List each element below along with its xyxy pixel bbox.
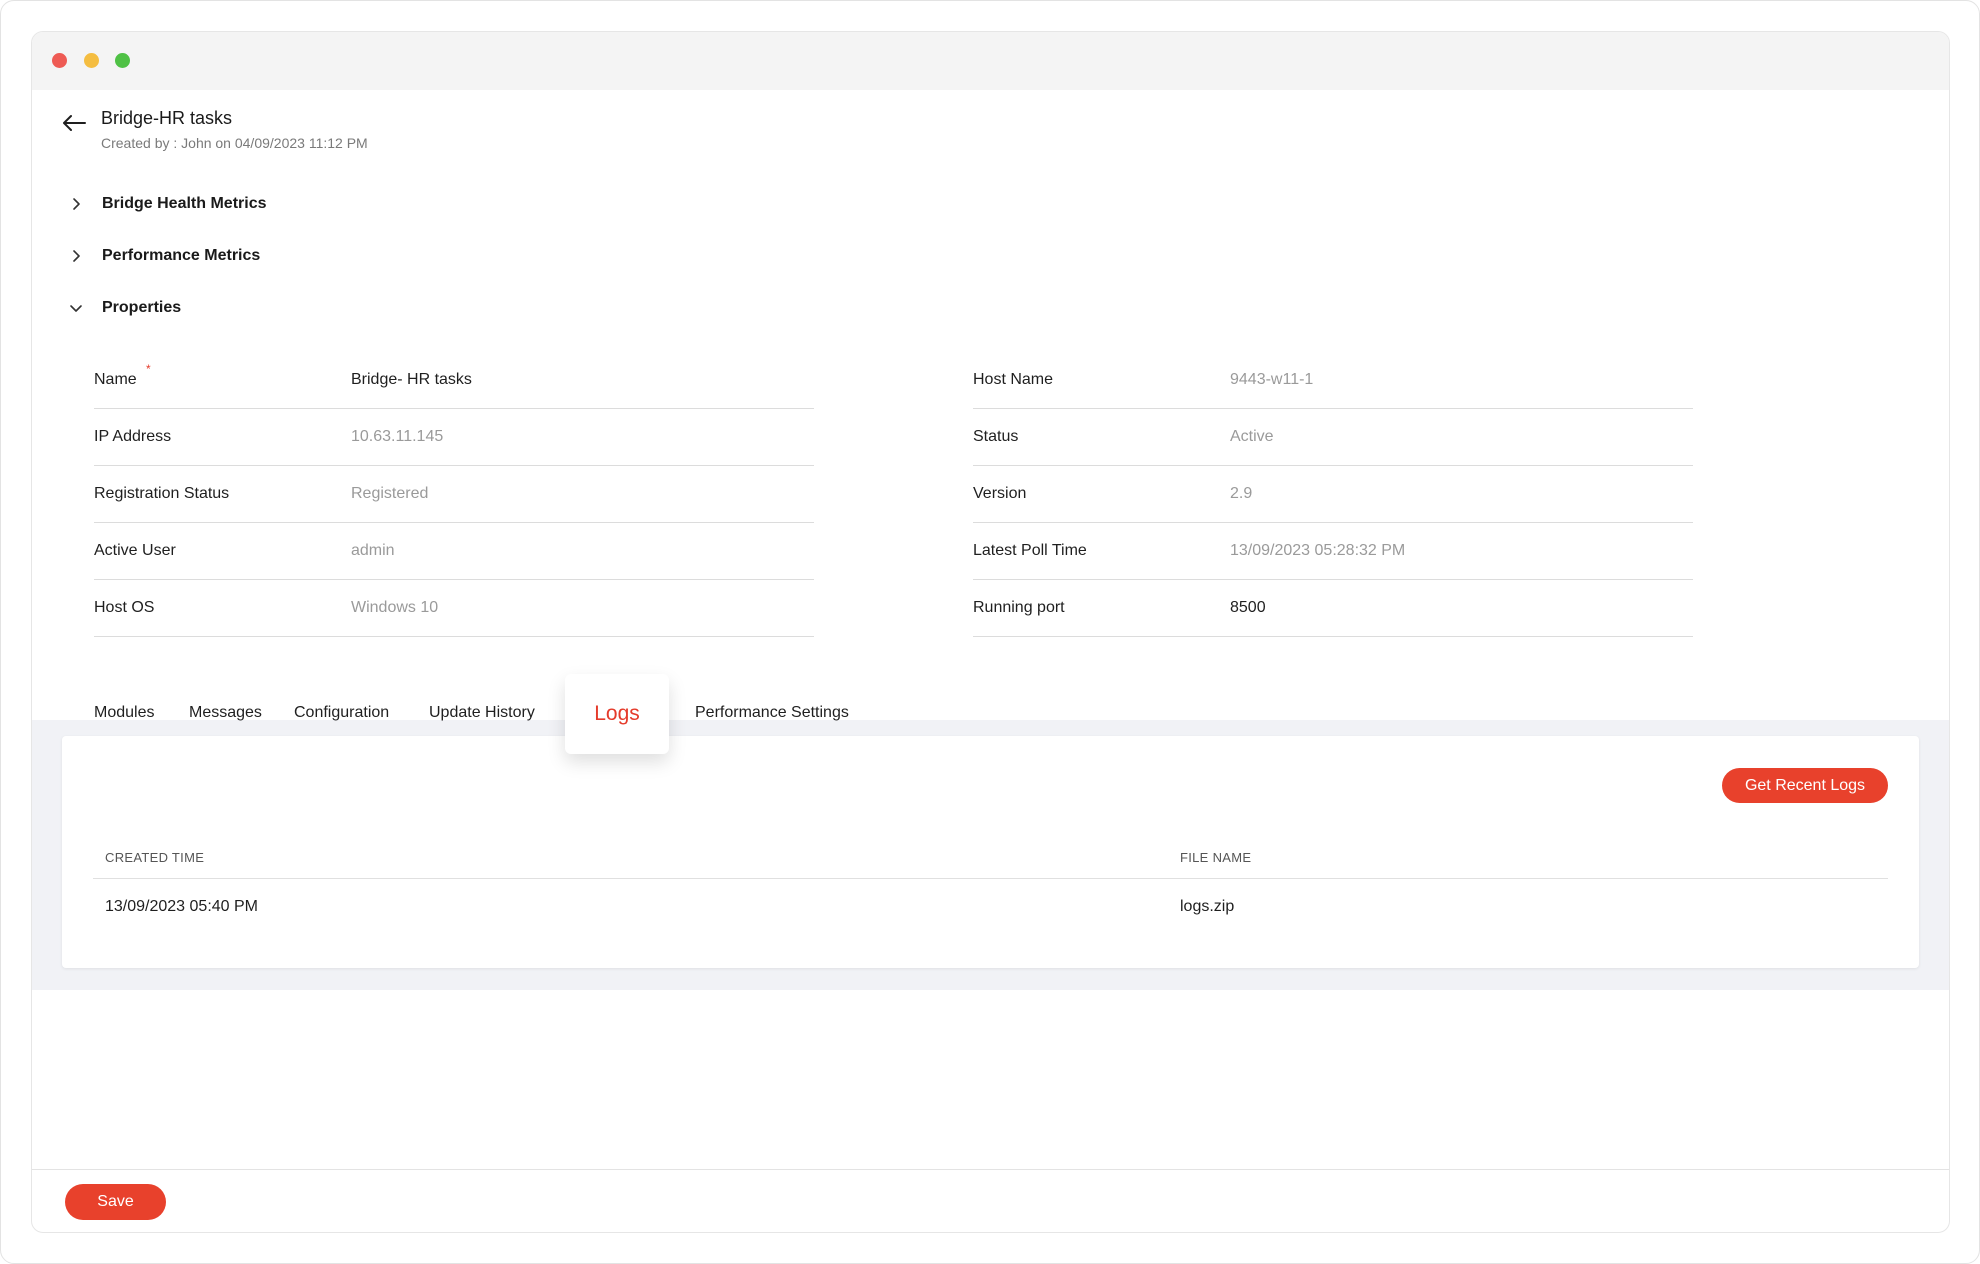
property-row-host-name: Host Name 9443-w11-1 [973, 352, 1693, 409]
property-label: Host OS [94, 599, 155, 616]
section-label: Properties [102, 299, 182, 316]
property-label: Latest Poll Time [973, 542, 1087, 559]
chevron-down-icon [70, 305, 82, 312]
section-performance-metrics[interactable]: Performance Metrics [68, 242, 260, 270]
section-label: Bridge Health Metrics [102, 195, 267, 212]
property-label: Active User [94, 542, 176, 559]
tab-modules[interactable]: Modules [94, 704, 154, 722]
tab-messages[interactable]: Messages [189, 704, 262, 722]
property-value: 13/09/2023 05:28:32 PM [1230, 542, 1406, 559]
property-row-version: Version 2.9 [973, 466, 1693, 523]
tab-performance-settings[interactable]: Performance Settings [695, 704, 849, 722]
property-value[interactable]: 8500 [1230, 599, 1266, 617]
property-value: 9443-w11-1 [1230, 371, 1314, 388]
section-label: Performance Metrics [102, 247, 261, 264]
property-row-host-os: Host OS Windows 10 [94, 580, 814, 637]
property-row-ip-address: IP Address 10.63.11.145 [94, 409, 814, 466]
section-properties[interactable]: Properties [68, 294, 181, 322]
save-button[interactable]: Save [65, 1184, 166, 1220]
property-label: Running port [973, 599, 1065, 616]
cell-file-name[interactable]: logs.zip [1180, 898, 1234, 916]
maximize-window-button[interactable] [115, 53, 130, 68]
chevron-right-icon [73, 198, 80, 210]
tab-update-history[interactable]: Update History [429, 704, 535, 722]
property-row-active-user: Active User admin [94, 523, 814, 580]
property-value: 10.63.11.145 [351, 428, 444, 445]
get-recent-logs-button[interactable]: Get Recent Logs [1722, 768, 1888, 803]
minimize-window-button[interactable] [84, 53, 99, 68]
property-label: Registration Status [94, 485, 230, 502]
property-label: IP Address [94, 428, 172, 445]
property-label: Host Name [973, 371, 1054, 388]
cell-created-time: 13/09/2023 05:40 PM [105, 898, 259, 915]
section-bridge-health-metrics[interactable]: Bridge Health Metrics [68, 190, 266, 218]
footer-divider [32, 1169, 1949, 1170]
tab-configuration[interactable]: Configuration [294, 704, 389, 722]
tab-logs[interactable]: Logs [565, 674, 669, 754]
page-title: Bridge-HR tasks [101, 108, 233, 128]
property-row-running-port: Running port 8500 [973, 580, 1693, 637]
property-row-latest-poll-time: Latest Poll Time 13/09/2023 05:28:32 PM [973, 523, 1693, 580]
property-value: Registered [351, 485, 429, 502]
property-value[interactable]: Bridge- HR tasks [351, 371, 472, 389]
property-row-name: Name * Bridge- HR tasks [94, 352, 814, 409]
property-row-registration-status: Registration Status Registered [94, 466, 814, 523]
page-subtitle: Created by : John on 04/09/2023 11:12 PM [101, 135, 368, 151]
close-window-button[interactable] [52, 53, 67, 68]
property-value: 2.9 [1230, 485, 1253, 502]
property-label: Status [973, 428, 1019, 445]
property-value: Windows 10 [351, 599, 439, 616]
title-bar [32, 32, 1949, 90]
logs-panel: Get Recent Logs CREATED TIME FILE NAME 1… [62, 736, 1919, 968]
property-value: admin [351, 542, 395, 559]
property-value: Active [1230, 428, 1274, 445]
property-label: Name [94, 371, 137, 388]
column-header-created-time[interactable]: CREATED TIME [105, 850, 204, 865]
chevron-right-icon [73, 250, 80, 262]
back-arrow-icon[interactable] [60, 109, 88, 137]
required-indicator: * [146, 362, 151, 376]
app-window: Bridge-HR tasks Created by : John on 04/… [31, 31, 1950, 1233]
property-row-status: Status Active [973, 409, 1693, 466]
property-label: Version [973, 485, 1027, 502]
table-header-divider [93, 878, 1888, 879]
column-header-file-name[interactable]: FILE NAME [1180, 850, 1251, 865]
